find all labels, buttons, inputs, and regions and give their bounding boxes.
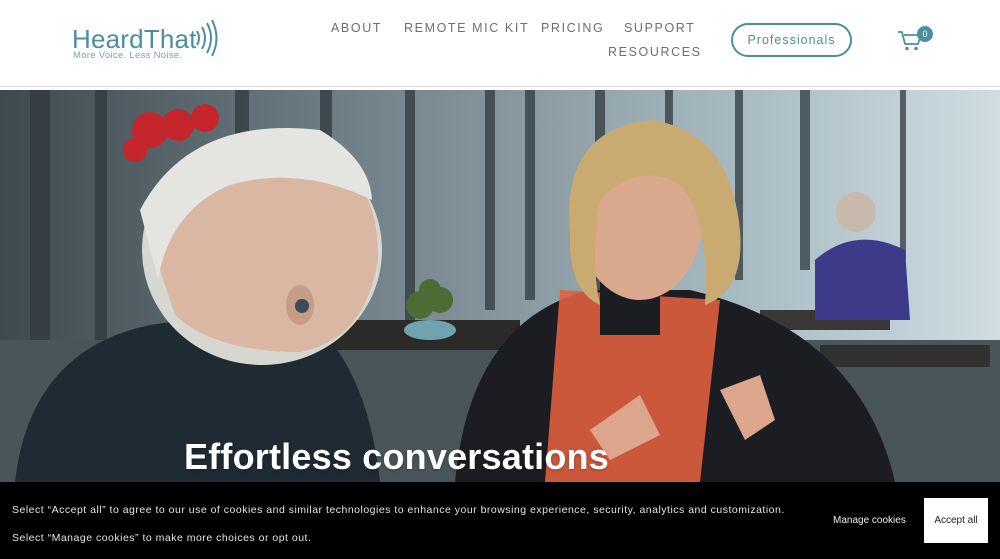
hero-image — [0, 90, 1000, 482]
nav-support[interactable]: SUPPORT — [624, 21, 695, 35]
nav-resources[interactable]: RESOURCES — [608, 45, 702, 59]
hero-banner: Effortless conversations — [0, 90, 1000, 482]
cookie-message: Select “Accept all” to agree to our use … — [12, 504, 785, 544]
nav-pricing[interactable]: PRICING — [541, 21, 604, 35]
nav-remote-mic-kit[interactable]: REMOTE MIC KIT — [404, 21, 529, 35]
manage-cookies-link[interactable]: Manage cookies — [833, 515, 906, 526]
sound-waves-icon — [196, 19, 218, 57]
professionals-button[interactable]: Professionals — [731, 23, 852, 57]
logo[interactable]: HeardThat More Voice. Less Noise. — [72, 19, 222, 62]
nav-about[interactable]: ABOUT — [331, 21, 382, 35]
site-header: HeardThat More Voice. Less Noise. ABOUT … — [0, 0, 1000, 87]
accept-all-button[interactable]: Accept all — [924, 498, 988, 543]
hero-title: Effortless conversations — [184, 436, 609, 477]
cookie-banner: Select “Accept all” to agree to our use … — [0, 482, 1000, 559]
cart-count-badge: 0 — [917, 26, 933, 42]
logo-tagline: More Voice. Less Noise. — [73, 50, 183, 61]
